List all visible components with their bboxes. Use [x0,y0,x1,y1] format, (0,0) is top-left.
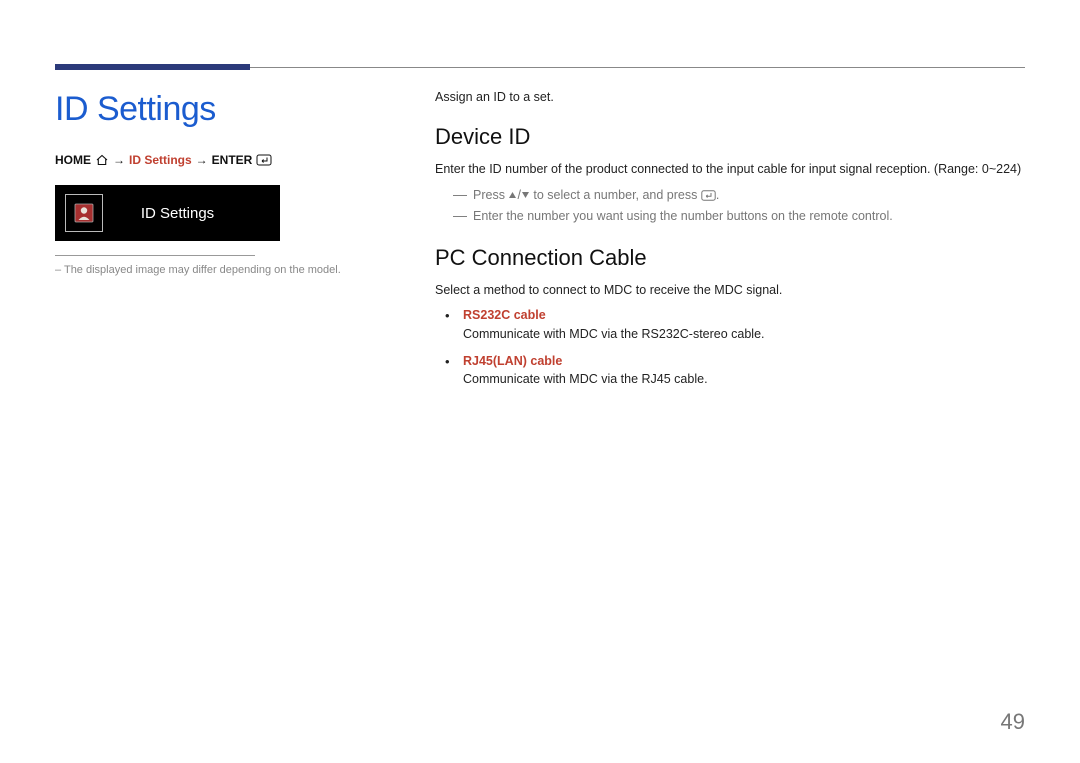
breadcrumb: HOME → ID Settings → ENTER [55,153,375,167]
t: Press [473,188,508,202]
intro-text: Assign an ID to a set. [435,90,1025,104]
list-item: RS232C cable Communicate with MDC via th… [457,306,1025,344]
model-footnote: – The displayed image may differ dependi… [55,264,375,276]
page-number: 49 [1001,709,1025,735]
note-text: Enter the number you want using the numb… [473,206,893,227]
breadcrumb-home: HOME [55,153,91,167]
card-label: ID Settings [103,205,280,222]
option-desc: Communicate with MDC via the RJ45 cable. [463,370,1025,389]
note-text: Press / to select a number, and press . [473,185,719,206]
list-item: RJ45(LAN) cable Communicate with MDC via… [457,352,1025,390]
enter-mini-icon [701,190,716,201]
option-title: RS232C cable [463,306,1025,325]
id-settings-card: ID Settings [55,185,280,241]
breadcrumb-enter: ENTER [212,153,253,167]
home-icon [95,154,109,166]
arrow-icon: → [196,153,208,167]
t: to select a number, and press [530,188,701,202]
down-triangle-icon [521,191,530,199]
page-title: ID Settings [55,90,375,129]
section-device-id-title: Device ID [435,124,1025,150]
note-row: ― Enter the number you want using the nu… [453,206,1025,227]
t: . [716,188,719,202]
note-row: ― Press / to select a number, and press … [453,185,1025,206]
top-accent-bar [55,64,250,70]
right-column: Assign an ID to a set. Device ID Enter t… [435,90,1025,397]
section-pc-cable-title: PC Connection Cable [435,245,1025,271]
option-desc: Communicate with MDC via the RS232C-ster… [463,325,1025,344]
arrow-icon: → [113,153,125,167]
page-layout: ID Settings HOME → ID Settings → ENTER [55,90,1025,397]
id-card-icon [65,194,103,232]
pc-cable-body: Select a method to connect to MDC to rec… [435,281,1025,300]
pc-cable-options: RS232C cable Communicate with MDC via th… [457,306,1025,389]
dash-icon: ― [453,185,467,205]
left-column: ID Settings HOME → ID Settings → ENTER [55,90,375,397]
device-id-notes: ― Press / to select a number, and press … [453,185,1025,228]
enter-icon [256,154,272,166]
device-id-body: Enter the ID number of the product conne… [435,160,1025,179]
dash-icon: ― [453,206,467,226]
option-title: RJ45(LAN) cable [463,352,1025,371]
divider [55,255,255,256]
breadcrumb-current: ID Settings [129,153,192,167]
